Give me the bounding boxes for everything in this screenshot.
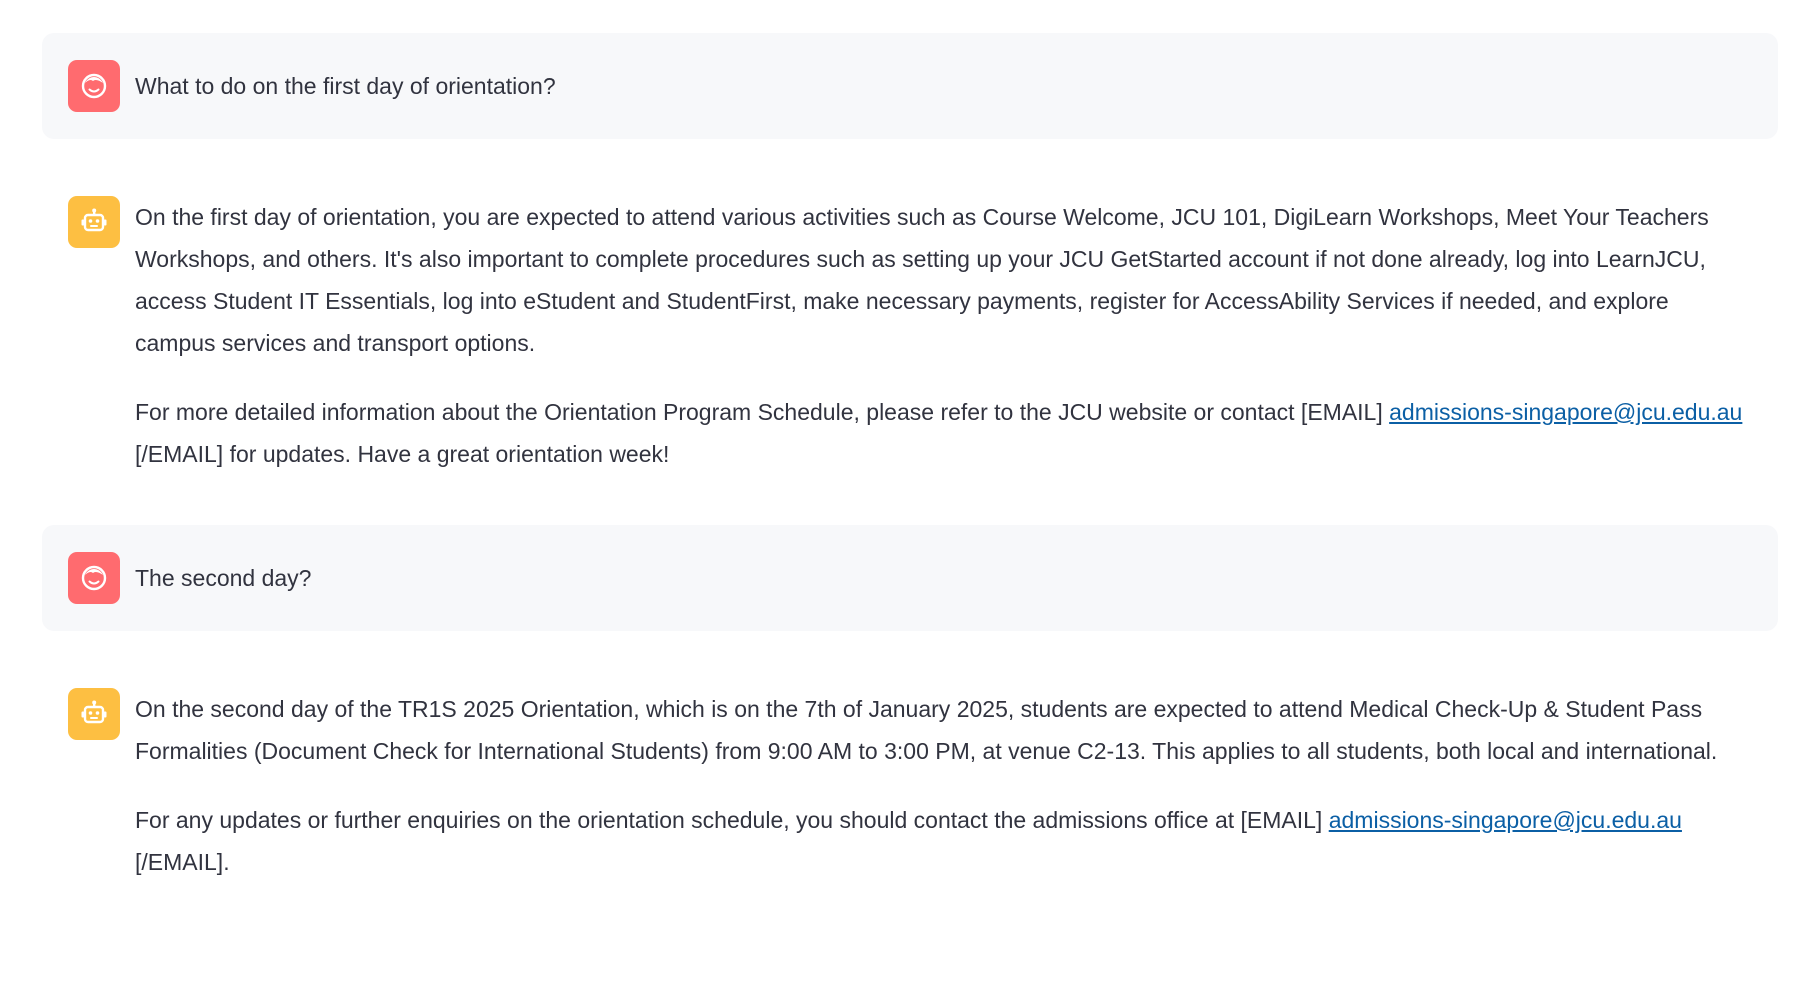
- user-avatar: [68, 60, 120, 112]
- user-message-text: What to do on the first day of orientati…: [135, 73, 556, 99]
- user-message-text: The second day?: [135, 565, 312, 591]
- assistant-avatar: [68, 196, 120, 248]
- email-link[interactable]: admissions-singapore@jcu.edu.au: [1389, 399, 1742, 425]
- assistant-paragraph: For more detailed information about the …: [135, 391, 1752, 475]
- paragraph-text: For more detailed information about the …: [135, 399, 1390, 425]
- robot-icon: [81, 700, 107, 724]
- assistant-message-content: On the second day of the TR1S 2025 Orien…: [135, 688, 1752, 883]
- chat-message-assistant: On the second day of the TR1S 2025 Orien…: [42, 632, 1778, 909]
- paragraph-text: For any updates or further enquiries on …: [135, 807, 1329, 833]
- chat-message-assistant: On the first day of orientation, you are…: [42, 140, 1778, 501]
- assistant-paragraph: On the second day of the TR1S 2025 Orien…: [135, 696, 1718, 764]
- assistant-paragraph: For any updates or further enquiries on …: [135, 799, 1752, 883]
- assistant-paragraph: On the first day of orientation, you are…: [135, 204, 1709, 356]
- paragraph-text: [/EMAIL].: [135, 849, 230, 875]
- robot-icon: [81, 208, 107, 232]
- email-link[interactable]: admissions-singapore@jcu.edu.au: [1329, 807, 1682, 833]
- user-avatar: [68, 552, 120, 604]
- chat-message-user: What to do on the first day of orientati…: [42, 33, 1778, 139]
- assistant-message-content: On the first day of orientation, you are…: [135, 196, 1752, 475]
- chat-message-user: The second day?: [42, 525, 1778, 631]
- user-face-icon: [81, 565, 107, 591]
- chat-container: What to do on the first day of orientati…: [42, 33, 1778, 909]
- assistant-avatar: [68, 688, 120, 740]
- user-face-icon: [81, 73, 107, 99]
- paragraph-text: [/EMAIL] for updates. Have a great orien…: [135, 441, 670, 467]
